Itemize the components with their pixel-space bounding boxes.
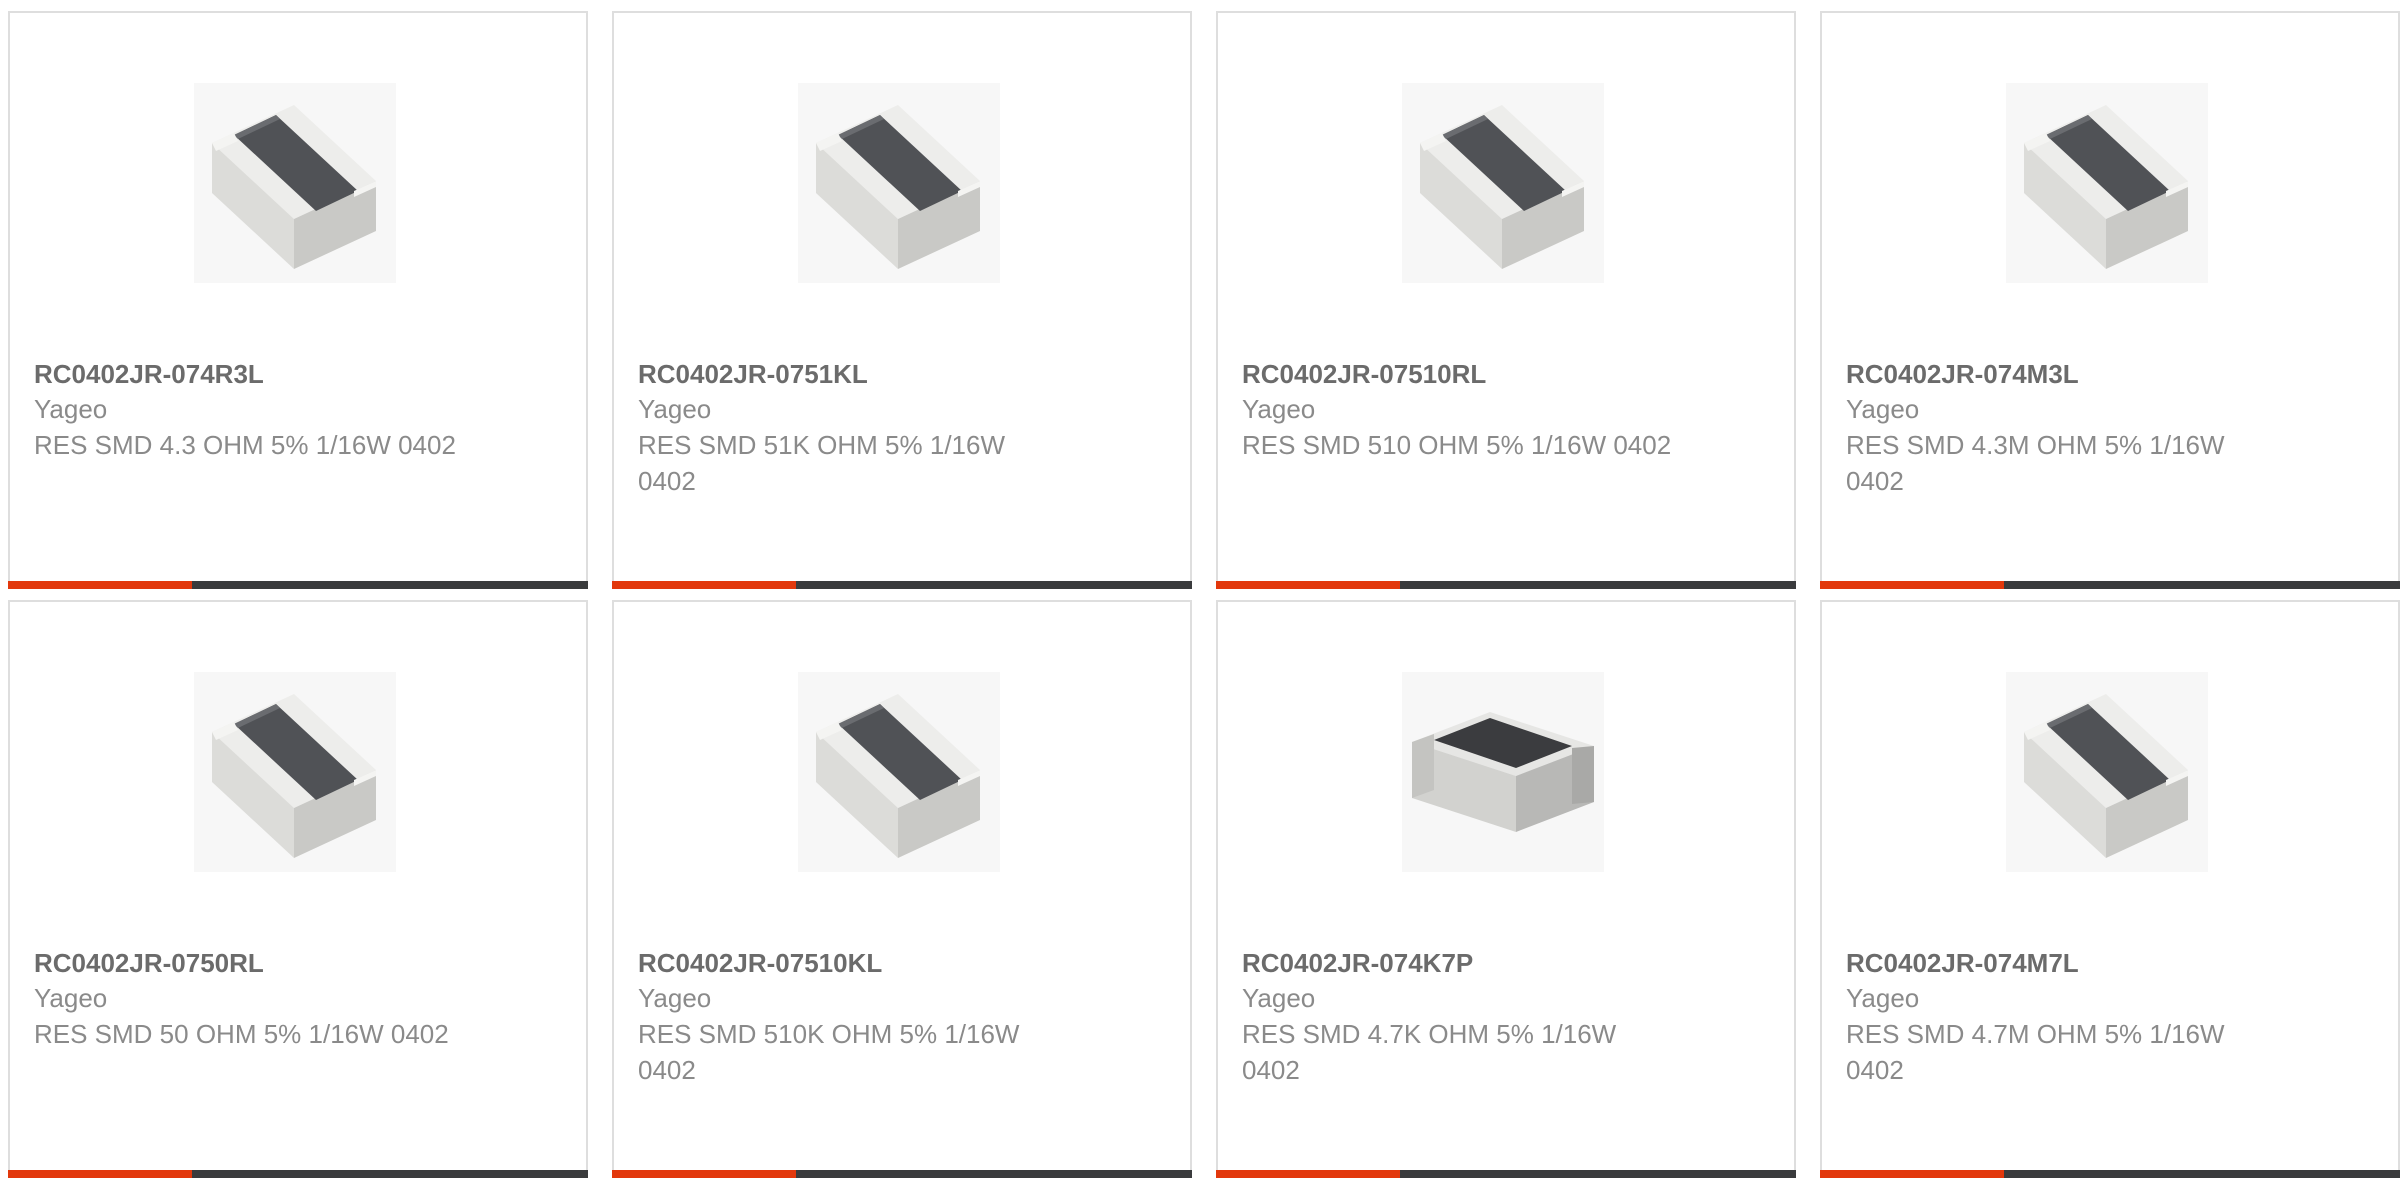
product-description: RES SMD 4.7K OHM 5% 1/16W 0402 [1242, 1019, 1617, 1085]
chip-resistor-side-image[interactable] [1402, 672, 1604, 872]
part-number[interactable]: RC0402JR-074M3L [1846, 357, 2374, 391]
product-card-8[interactable]: RC0402JR-074M7L Yageo RES SMD 4.7M OHM 5… [1820, 600, 2400, 1178]
part-number[interactable]: RC0402JR-074R3L [34, 357, 562, 391]
part-number[interactable]: RC0402JR-074K7P [1242, 946, 1770, 980]
card-accent-bar [1216, 1170, 1796, 1178]
chip-resistor-top-image[interactable] [798, 83, 1000, 283]
product-description: RES SMD 4.3M OHM 5% 1/16W 0402 [1846, 430, 2225, 496]
chip-resistor-top-image[interactable] [194, 672, 396, 872]
card-accent-bar [1820, 581, 2400, 589]
card-accent-bar [1820, 1170, 2400, 1178]
product-description: RES SMD 50 OHM 5% 1/16W 0402 [34, 1019, 449, 1049]
product-description: RES SMD 51K OHM 5% 1/16W 0402 [638, 430, 1005, 496]
dark-segment [1400, 1170, 1796, 1178]
product-info: RC0402JR-074R3L Yageo RES SMD 4.3 OHM 5%… [34, 357, 562, 463]
product-card-6[interactable]: RC0402JR-07510KL Yageo RES SMD 510K OHM … [612, 600, 1192, 1178]
manufacturer-name: Yageo [638, 983, 712, 1013]
dark-segment [192, 581, 588, 589]
product-info: RC0402JR-07510KL Yageo RES SMD 510K OHM … [638, 946, 1166, 1088]
product-info: RC0402JR-074K7P Yageo RES SMD 4.7K OHM 5… [1242, 946, 1770, 1088]
accent-segment [1216, 1170, 1400, 1178]
product-description: RES SMD 510K OHM 5% 1/16W 0402 [638, 1019, 1020, 1085]
manufacturer-name: Yageo [1846, 394, 1920, 424]
product-card-4[interactable]: RC0402JR-074M3L Yageo RES SMD 4.3M OHM 5… [1820, 11, 2400, 589]
manufacturer-name: Yageo [34, 983, 108, 1013]
card-accent-bar [8, 581, 588, 589]
dark-segment [1400, 581, 1796, 589]
accent-segment [1820, 581, 2004, 589]
product-info: RC0402JR-074M7L Yageo RES SMD 4.7M OHM 5… [1846, 946, 2374, 1088]
accent-segment [612, 1170, 796, 1178]
product-grid: RC0402JR-074R3L Yageo RES SMD 4.3 OHM 5%… [8, 11, 2400, 1178]
part-number[interactable]: RC0402JR-074M7L [1846, 946, 2374, 980]
part-number[interactable]: RC0402JR-0751KL [638, 357, 1166, 391]
manufacturer-name: Yageo [1846, 983, 1920, 1013]
product-card-1[interactable]: RC0402JR-074R3L Yageo RES SMD 4.3 OHM 5%… [8, 11, 588, 589]
accent-segment [8, 1170, 192, 1178]
manufacturer-name: Yageo [34, 394, 108, 424]
product-info: RC0402JR-07510RL Yageo RES SMD 510 OHM 5… [1242, 357, 1770, 463]
chip-resistor-top-image[interactable] [1402, 83, 1604, 283]
product-description: RES SMD 4.3 OHM 5% 1/16W 0402 [34, 430, 456, 460]
chip-resistor-top-image[interactable] [194, 83, 396, 283]
dark-segment [192, 1170, 588, 1178]
part-number[interactable]: RC0402JR-07510RL [1242, 357, 1770, 391]
product-description: RES SMD 510 OHM 5% 1/16W 0402 [1242, 430, 1672, 460]
product-info: RC0402JR-0751KL Yageo RES SMD 51K OHM 5%… [638, 357, 1166, 499]
card-accent-bar [612, 1170, 1192, 1178]
dark-segment [796, 1170, 1192, 1178]
accent-segment [612, 581, 796, 589]
chip-resistor-top-image[interactable] [2006, 83, 2208, 283]
accent-segment [8, 581, 192, 589]
accent-segment [1216, 581, 1400, 589]
dark-segment [796, 581, 1192, 589]
product-card-5[interactable]: RC0402JR-0750RL Yageo RES SMD 50 OHM 5% … [8, 600, 588, 1178]
dark-segment [2004, 581, 2400, 589]
product-card-7[interactable]: RC0402JR-074K7P Yageo RES SMD 4.7K OHM 5… [1216, 600, 1796, 1178]
chip-resistor-top-image[interactable] [798, 672, 1000, 872]
manufacturer-name: Yageo [638, 394, 712, 424]
product-info: RC0402JR-074M3L Yageo RES SMD 4.3M OHM 5… [1846, 357, 2374, 499]
manufacturer-name: Yageo [1242, 394, 1316, 424]
chip-resistor-top-image[interactable] [2006, 672, 2208, 872]
product-info: RC0402JR-0750RL Yageo RES SMD 50 OHM 5% … [34, 946, 562, 1052]
part-number[interactable]: RC0402JR-0750RL [34, 946, 562, 980]
manufacturer-name: Yageo [1242, 983, 1316, 1013]
card-accent-bar [612, 581, 1192, 589]
accent-segment [1820, 1170, 2004, 1178]
card-accent-bar [8, 1170, 588, 1178]
product-card-2[interactable]: RC0402JR-0751KL Yageo RES SMD 51K OHM 5%… [612, 11, 1192, 589]
product-description: RES SMD 4.7M OHM 5% 1/16W 0402 [1846, 1019, 2225, 1085]
card-accent-bar [1216, 581, 1796, 589]
part-number[interactable]: RC0402JR-07510KL [638, 946, 1166, 980]
dark-segment [2004, 1170, 2400, 1178]
product-card-3[interactable]: RC0402JR-07510RL Yageo RES SMD 510 OHM 5… [1216, 11, 1796, 589]
